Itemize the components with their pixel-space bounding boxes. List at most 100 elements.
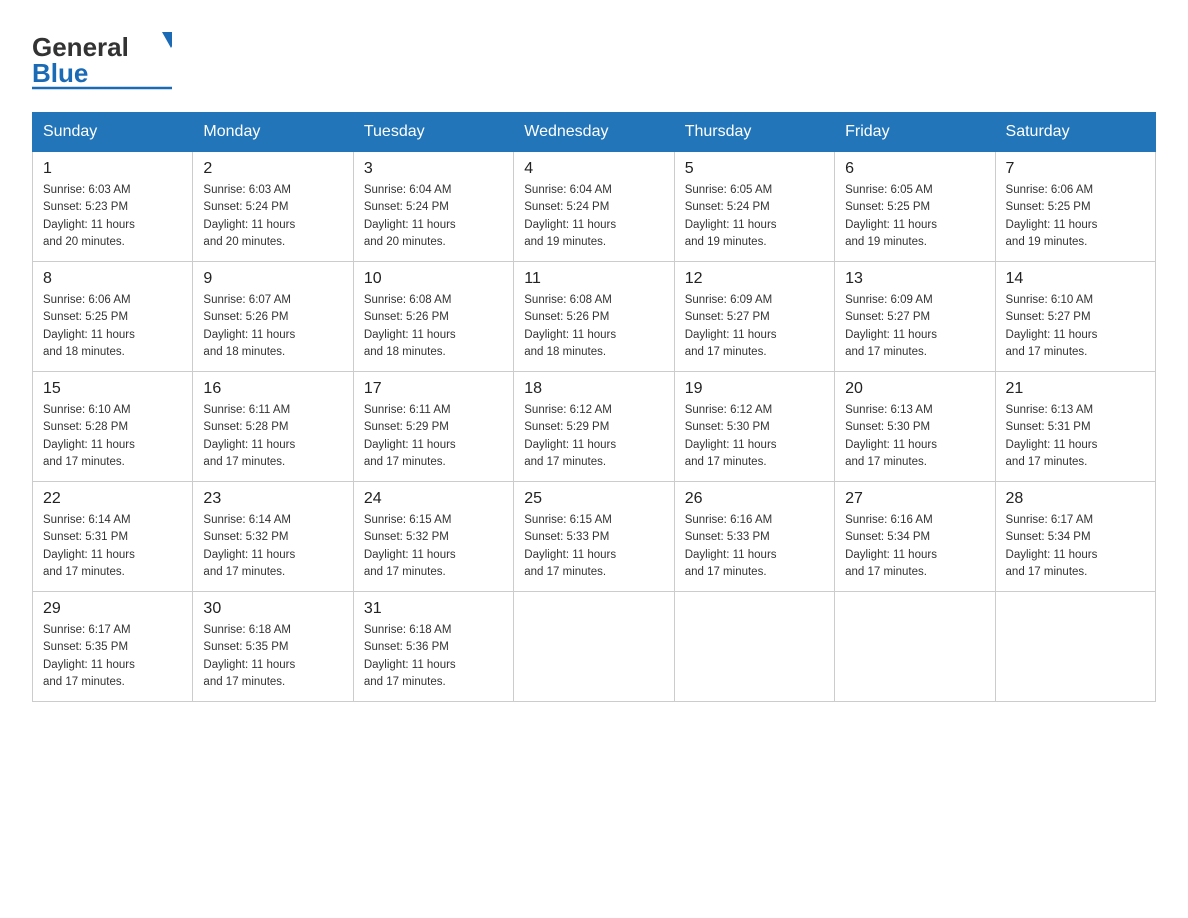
day-number: 8 xyxy=(43,270,182,288)
day-info: Sunrise: 6:17 AMSunset: 5:34 PMDaylight:… xyxy=(1006,512,1145,581)
day-cell-19: 19 Sunrise: 6:12 AMSunset: 5:30 PMDayligh… xyxy=(674,372,834,482)
day-info: Sunrise: 6:10 AMSunset: 5:27 PMDaylight:… xyxy=(1006,292,1145,361)
weekday-header-tuesday: Tuesday xyxy=(353,113,513,152)
empty-cell xyxy=(995,592,1155,702)
day-info: Sunrise: 6:16 AMSunset: 5:33 PMDaylight:… xyxy=(685,512,824,581)
empty-cell xyxy=(835,592,995,702)
day-cell-4: 4 Sunrise: 6:04 AMSunset: 5:24 PMDaylight… xyxy=(514,152,674,262)
day-number: 1 xyxy=(43,160,182,178)
day-number: 18 xyxy=(524,380,663,398)
day-number: 3 xyxy=(364,160,503,178)
day-info: Sunrise: 6:18 AMSunset: 5:36 PMDaylight:… xyxy=(364,622,503,691)
weekday-header-friday: Friday xyxy=(835,113,995,152)
day-number: 25 xyxy=(524,490,663,508)
day-info: Sunrise: 6:09 AMSunset: 5:27 PMDaylight:… xyxy=(845,292,984,361)
logo: General Blue xyxy=(32,24,172,92)
day-number: 20 xyxy=(845,380,984,398)
day-cell-21: 21 Sunrise: 6:13 AMSunset: 5:31 PMDayligh… xyxy=(995,372,1155,482)
day-cell-15: 15Sunrise: 6:10 AMSunset: 5:28 PMDayligh… xyxy=(33,372,193,482)
day-number: 26 xyxy=(685,490,824,508)
day-info: Sunrise: 6:13 AMSunset: 5:31 PMDaylight:… xyxy=(1006,402,1145,471)
week-row-2: 8 Sunrise: 6:06 AMSunset: 5:25 PMDaylight… xyxy=(33,262,1156,372)
day-number: 6 xyxy=(845,160,984,178)
day-number: 14 xyxy=(1006,270,1145,288)
day-cell-28: 28 Sunrise: 6:17 AMSunset: 5:34 PMDayligh… xyxy=(995,482,1155,592)
day-number: 11 xyxy=(524,270,663,288)
day-cell-2: 2 Sunrise: 6:03 AMSunset: 5:24 PMDaylight… xyxy=(193,152,353,262)
day-info: Sunrise: 6:03 AMSunset: 5:23 PMDaylight:… xyxy=(43,182,182,251)
day-info: Sunrise: 6:14 AMSunset: 5:32 PMDaylight:… xyxy=(203,512,342,581)
day-info: Sunrise: 6:15 AMSunset: 5:33 PMDaylight:… xyxy=(524,512,663,581)
day-cell-10: 10Sunrise: 6:08 AMSunset: 5:26 PMDayligh… xyxy=(353,262,513,372)
day-info: Sunrise: 6:16 AMSunset: 5:34 PMDaylight:… xyxy=(845,512,984,581)
day-number: 4 xyxy=(524,160,663,178)
empty-cell xyxy=(514,592,674,702)
day-number: 30 xyxy=(203,600,342,618)
day-cell-20: 20 Sunrise: 6:13 AMSunset: 5:30 PMDayligh… xyxy=(835,372,995,482)
day-number: 28 xyxy=(1006,490,1145,508)
day-info: Sunrise: 6:11 AMSunset: 5:28 PMDaylight:… xyxy=(203,402,342,471)
empty-cell xyxy=(674,592,834,702)
weekday-header-thursday: Thursday xyxy=(674,113,834,152)
day-number: 7 xyxy=(1006,160,1145,178)
day-number: 17 xyxy=(364,380,503,398)
day-number: 23 xyxy=(203,490,342,508)
day-info: Sunrise: 6:14 AMSunset: 5:31 PMDaylight:… xyxy=(43,512,182,581)
weekday-header-monday: Monday xyxy=(193,113,353,152)
day-cell-31: 31 Sunrise: 6:18 AMSunset: 5:36 PMDayligh… xyxy=(353,592,513,702)
day-cell-7: 7 Sunrise: 6:06 AMSunset: 5:25 PMDaylight… xyxy=(995,152,1155,262)
day-cell-18: 18 Sunrise: 6:12 AMSunset: 5:29 PMDayligh… xyxy=(514,372,674,482)
day-info: Sunrise: 6:05 AMSunset: 5:25 PMDaylight:… xyxy=(845,182,984,251)
day-info: Sunrise: 6:17 AMSunset: 5:35 PMDaylight:… xyxy=(43,622,182,691)
day-info: Sunrise: 6:13 AMSunset: 5:30 PMDaylight:… xyxy=(845,402,984,471)
day-info: Sunrise: 6:05 AMSunset: 5:24 PMDaylight:… xyxy=(685,182,824,251)
day-info: Sunrise: 6:04 AMSunset: 5:24 PMDaylight:… xyxy=(524,182,663,251)
page-header: General Blue xyxy=(32,24,1156,92)
day-number: 19 xyxy=(685,380,824,398)
day-number: 22 xyxy=(43,490,182,508)
day-cell-23: 23 Sunrise: 6:14 AMSunset: 5:32 PMDayligh… xyxy=(193,482,353,592)
day-cell-8: 8 Sunrise: 6:06 AMSunset: 5:25 PMDaylight… xyxy=(33,262,193,372)
day-info: Sunrise: 6:08 AMSunset: 5:26 PMDaylight:… xyxy=(524,292,663,361)
day-cell-16: 16Sunrise: 6:11 AMSunset: 5:28 PMDayligh… xyxy=(193,372,353,482)
day-cell-25: 25 Sunrise: 6:15 AMSunset: 5:33 PMDayligh… xyxy=(514,482,674,592)
day-info: Sunrise: 6:03 AMSunset: 5:24 PMDaylight:… xyxy=(203,182,342,251)
day-info: Sunrise: 6:15 AMSunset: 5:32 PMDaylight:… xyxy=(364,512,503,581)
day-cell-1: 1 Sunrise: 6:03 AMSunset: 5:23 PMDaylight… xyxy=(33,152,193,262)
day-info: Sunrise: 6:12 AMSunset: 5:30 PMDaylight:… xyxy=(685,402,824,471)
day-info: Sunrise: 6:12 AMSunset: 5:29 PMDaylight:… xyxy=(524,402,663,471)
day-number: 2 xyxy=(203,160,342,178)
day-cell-6: 6 Sunrise: 6:05 AMSunset: 5:25 PMDaylight… xyxy=(835,152,995,262)
day-number: 27 xyxy=(845,490,984,508)
day-cell-5: 5 Sunrise: 6:05 AMSunset: 5:24 PMDaylight… xyxy=(674,152,834,262)
day-number: 31 xyxy=(364,600,503,618)
day-info: Sunrise: 6:06 AMSunset: 5:25 PMDaylight:… xyxy=(43,292,182,361)
day-number: 9 xyxy=(203,270,342,288)
weekday-header-wednesday: Wednesday xyxy=(514,113,674,152)
day-number: 24 xyxy=(364,490,503,508)
day-cell-24: 24 Sunrise: 6:15 AMSunset: 5:32 PMDayligh… xyxy=(353,482,513,592)
day-info: Sunrise: 6:07 AMSunset: 5:26 PMDaylight:… xyxy=(203,292,342,361)
day-info: Sunrise: 6:09 AMSunset: 5:27 PMDaylight:… xyxy=(685,292,824,361)
svg-text:Blue: Blue xyxy=(32,58,88,88)
day-number: 5 xyxy=(685,160,824,178)
day-cell-14: 14 Sunrise: 6:10 AMSunset: 5:27 PMDayligh… xyxy=(995,262,1155,372)
week-row-4: 22 Sunrise: 6:14 AMSunset: 5:31 PMDayligh… xyxy=(33,482,1156,592)
day-number: 15 xyxy=(43,380,182,398)
day-number: 10 xyxy=(364,270,503,288)
day-cell-3: 3Sunrise: 6:04 AMSunset: 5:24 PMDaylight… xyxy=(353,152,513,262)
day-info: Sunrise: 6:06 AMSunset: 5:25 PMDaylight:… xyxy=(1006,182,1145,251)
day-cell-11: 11 Sunrise: 6:08 AMSunset: 5:26 PMDayligh… xyxy=(514,262,674,372)
week-row-3: 15Sunrise: 6:10 AMSunset: 5:28 PMDayligh… xyxy=(33,372,1156,482)
logo-svg: General Blue xyxy=(32,24,172,92)
day-cell-30: 30Sunrise: 6:18 AMSunset: 5:35 PMDayligh… xyxy=(193,592,353,702)
day-cell-9: 9 Sunrise: 6:07 AMSunset: 5:26 PMDaylight… xyxy=(193,262,353,372)
day-number: 12 xyxy=(685,270,824,288)
day-cell-22: 22 Sunrise: 6:14 AMSunset: 5:31 PMDayligh… xyxy=(33,482,193,592)
calendar-table: SundayMondayTuesdayWednesdayThursdayFrid… xyxy=(32,112,1156,702)
day-cell-12: 12 Sunrise: 6:09 AMSunset: 5:27 PMDayligh… xyxy=(674,262,834,372)
week-row-5: 29Sunrise: 6:17 AMSunset: 5:35 PMDayligh… xyxy=(33,592,1156,702)
day-cell-26: 26 Sunrise: 6:16 AMSunset: 5:33 PMDayligh… xyxy=(674,482,834,592)
day-number: 21 xyxy=(1006,380,1145,398)
day-number: 13 xyxy=(845,270,984,288)
